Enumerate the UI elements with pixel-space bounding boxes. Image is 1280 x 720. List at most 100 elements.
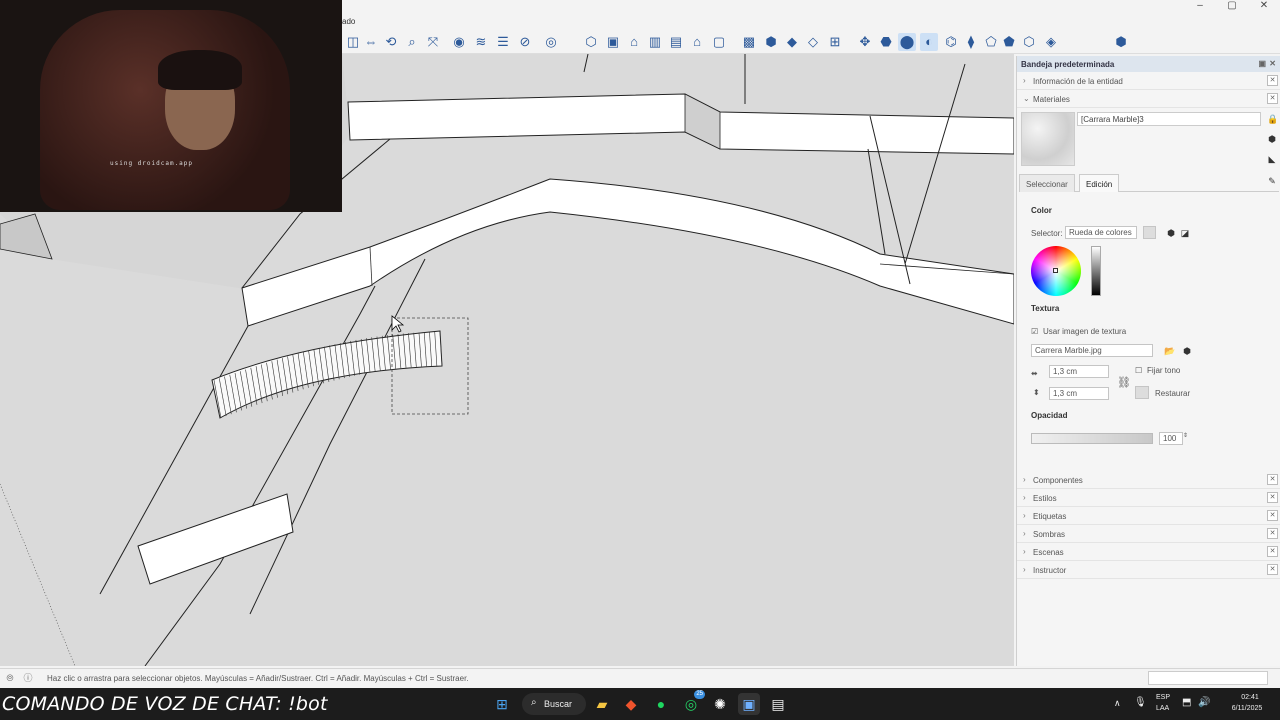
zoom-icon[interactable]: ⌕: [403, 33, 421, 51]
color-swatch[interactable]: [1143, 226, 1156, 239]
sample-paint-icon[interactable]: ◣: [1267, 154, 1277, 164]
language-bottom[interactable]: LAA: [1156, 705, 1169, 712]
styles-icon[interactable]: ☰: [494, 33, 512, 51]
restore-button[interactable]: Restaurar: [1155, 389, 1190, 398]
flip-edge-icon[interactable]: ◈: [1042, 33, 1060, 51]
eye-icon[interactable]: ◉: [450, 33, 468, 51]
color-wheel[interactable]: [1031, 246, 1081, 296]
tab-edit[interactable]: Edición: [1079, 174, 1120, 192]
opacity-field[interactable]: 100: [1159, 432, 1183, 445]
drape-icon[interactable]: ⬟: [1000, 33, 1018, 51]
group-icon[interactable]: ⬣: [877, 33, 895, 51]
measurements-box[interactable]: [1148, 671, 1268, 685]
walk-icon[interactable]: ⇔: [362, 33, 380, 51]
close-panel-icon[interactable]: ✕: [1267, 492, 1278, 503]
close-panel-icon[interactable]: ✕: [1267, 528, 1278, 539]
wireframe-icon[interactable]: ⬢: [762, 33, 780, 51]
opacity-spinner-icon[interactable]: ⇕: [1183, 432, 1188, 439]
tab-select[interactable]: Seleccionar: [1019, 174, 1075, 192]
panel-materials[interactable]: ⌄ Materiales ✕: [1017, 90, 1280, 108]
geo-location-icon[interactable]: ⦾: [4, 672, 16, 684]
menu-fragment[interactable]: ado: [342, 17, 355, 26]
bottom-view-icon[interactable]: ▢: [710, 33, 728, 51]
use-texture-checkbox[interactable]: ☑: [1031, 327, 1038, 336]
front-view-icon[interactable]: ⌂: [625, 33, 643, 51]
add-detail-icon[interactable]: ⬡: [1020, 33, 1038, 51]
right-view-icon[interactable]: ▥: [646, 33, 664, 51]
close-panel-icon[interactable]: ✕: [1267, 546, 1278, 557]
close-panel-icon[interactable]: ✕: [1267, 474, 1278, 485]
network-icon[interactable]: ⬒: [1182, 697, 1191, 708]
match-model-color-icon[interactable]: ⬢: [1166, 228, 1176, 238]
eyedropper-icon[interactable]: ✎: [1267, 176, 1277, 186]
iso-view-icon[interactable]: ⬡: [582, 33, 600, 51]
top-view-icon[interactable]: ▣: [604, 33, 622, 51]
left-view-icon[interactable]: ⌂: [688, 33, 706, 51]
panel-componentes[interactable]: › Componentes ✕: [1017, 471, 1280, 489]
edit-texture-icon[interactable]: ⬢: [1182, 346, 1192, 356]
browse-folder-icon[interactable]: 📂: [1164, 346, 1175, 356]
shaded-icon[interactable]: ⊞: [826, 33, 844, 51]
clock-time[interactable]: 02:41: [1228, 694, 1272, 701]
windows-start-icon[interactable]: ⊞: [491, 693, 513, 715]
panel-instructor[interactable]: › Instructor ✕: [1017, 561, 1280, 579]
spotify-icon[interactable]: ●: [650, 693, 672, 715]
color-wheel-marker[interactable]: [1053, 268, 1058, 273]
close-panel-icon[interactable]: ✕: [1267, 564, 1278, 575]
panel-escenas[interactable]: › Escenas ✕: [1017, 543, 1280, 561]
taskbar-search[interactable]: ⌕ Buscar: [522, 693, 586, 715]
axes-icon[interactable]: ✥: [856, 33, 874, 51]
smoove-icon[interactable]: ⧫: [962, 33, 980, 51]
texture-file-field[interactable]: Carrera Marble.jpg: [1031, 344, 1153, 357]
sketchup-taskbar-icon[interactable]: ▣: [738, 693, 760, 715]
box-icon[interactable]: ▩: [740, 33, 758, 51]
chevron-up-icon[interactable]: ∧: [1114, 698, 1121, 709]
layers-icon[interactable]: ≋: [472, 33, 490, 51]
xray-icon[interactable]: ⊘: [516, 33, 534, 51]
tone-swatch[interactable]: [1135, 386, 1149, 399]
pin-icon[interactable]: ▣: [1258, 59, 1266, 68]
language-top[interactable]: ESP: [1156, 694, 1170, 701]
sandbox-icon[interactable]: ⌬: [942, 33, 960, 51]
clock-date[interactable]: 6/11/2025: [1222, 705, 1272, 712]
create-material-icon[interactable]: ⬢: [1267, 134, 1277, 144]
lock-icon[interactable]: 🔒: [1267, 114, 1278, 124]
material-name-field[interactable]: [Carrara Marble]3: [1077, 112, 1261, 126]
file-explorer-icon[interactable]: ▰: [591, 693, 613, 715]
volume-icon[interactable]: 🔊: [1198, 697, 1210, 708]
panel-etiquetas[interactable]: › Etiquetas ✕: [1017, 507, 1280, 525]
hidden-line-icon[interactable]: ◇: [804, 33, 822, 51]
extension-icon[interactable]: ⬢: [1112, 33, 1130, 51]
component-icon[interactable]: ⬤: [898, 33, 916, 51]
maximize-button[interactable]: ▢: [1216, 0, 1248, 14]
fix-tone-checkbox[interactable]: ☐: [1135, 366, 1142, 375]
texture-height-field[interactable]: 1,3 cm: [1049, 387, 1109, 400]
section-plane-icon[interactable]: ◫: [344, 33, 362, 51]
chain-link-icon[interactable]: ⛓: [1117, 376, 1131, 389]
camera-icon[interactable]: ◎: [542, 33, 560, 51]
microphone-icon[interactable]: 🎙: [1134, 697, 1147, 708]
close-panel-icon[interactable]: ✕: [1267, 510, 1278, 521]
back-view-icon[interactable]: ▤: [667, 33, 685, 51]
selector-dropdown[interactable]: Rueda de colores: [1065, 226, 1137, 239]
panel-estilos[interactable]: › Estilos ✕: [1017, 489, 1280, 507]
zoom-extents-icon[interactable]: ⤧: [424, 33, 442, 51]
whatsapp-icon[interactable]: ◎ 25: [680, 690, 705, 715]
layout-app-icon[interactable]: ▤: [767, 693, 789, 715]
panel-entity-info[interactable]: › Información de la entidad ✕: [1017, 72, 1280, 90]
close-button[interactable]: ✕: [1248, 0, 1280, 14]
stamp-icon[interactable]: ⬠: [982, 33, 1000, 51]
match-screen-color-icon[interactable]: ◪: [1180, 228, 1190, 238]
paint-bucket-icon[interactable]: ◆: [783, 33, 801, 51]
info-icon[interactable]: ⓘ: [22, 672, 34, 684]
chatgpt-icon[interactable]: ✺: [709, 693, 731, 715]
material-thumbnail[interactable]: [1021, 112, 1075, 166]
look-icon[interactable]: ⟲: [382, 33, 400, 51]
minimize-button[interactable]: –: [1184, 0, 1216, 14]
close-panel-icon[interactable]: ✕: [1267, 75, 1278, 86]
shadow-icon[interactable]: ◐: [920, 33, 938, 51]
brightness-slider[interactable]: [1091, 246, 1101, 296]
brave-browser-icon[interactable]: ◆: [620, 693, 642, 715]
panel-sombras[interactable]: › Sombras ✕: [1017, 525, 1280, 543]
texture-width-field[interactable]: 1,3 cm: [1049, 365, 1109, 378]
